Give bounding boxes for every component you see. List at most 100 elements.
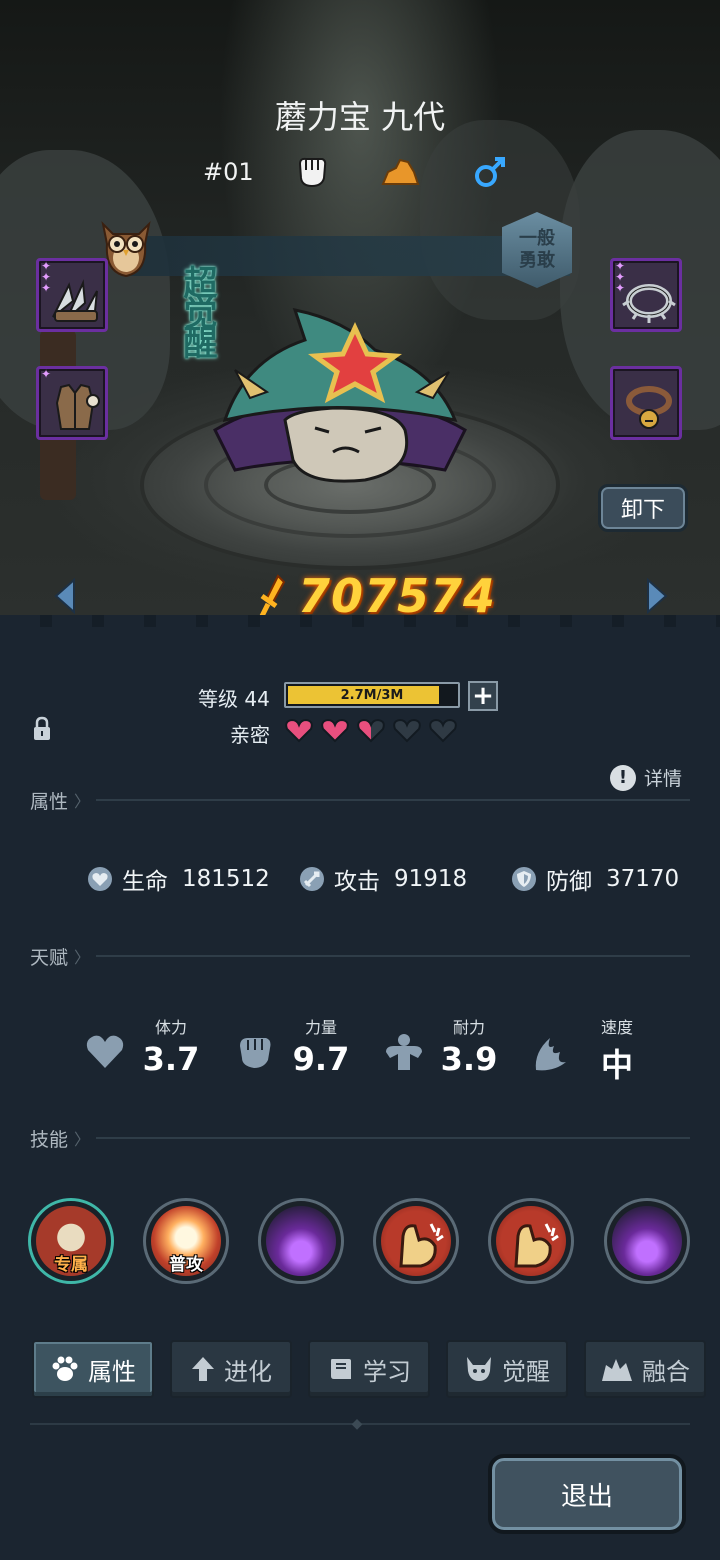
chevron-right-icon: 〉: [74, 792, 91, 811]
pet-name: 蘑力宝 九代: [274, 98, 446, 136]
equip-slot-right-1[interactable]: ✦ ✦ ✦: [610, 258, 682, 332]
skill-list: 专属 普攻: [28, 1198, 692, 1286]
next-pet-arrow-icon[interactable]: [644, 578, 670, 614]
intimacy-heart-icon: [285, 718, 313, 743]
fist-icon: [240, 1038, 271, 1068]
section-divider: [96, 1137, 690, 1139]
equip-slot-left-1[interactable]: ✦ ✦ ✦: [36, 258, 108, 332]
fist-icon: [292, 152, 332, 192]
section-title-talents: 天赋: [30, 946, 69, 969]
intimacy-heart-icon: [357, 718, 385, 743]
tab-evolve[interactable]: 进化: [170, 1340, 292, 1398]
skill-tag-exclusive: 专属: [54, 1255, 88, 1275]
exp-bar: 2.7M/3M: [284, 682, 460, 708]
background-rock-mid: [420, 120, 580, 320]
attribute-attack-label: 攻击: [334, 869, 380, 895]
section-divider: [96, 955, 690, 957]
talent-speed-value: 中: [600, 1046, 633, 1084]
section-talents: 天赋 〉: [30, 943, 690, 969]
talent-speed-label: 速度: [600, 1018, 633, 1037]
talent-stamina: 体力 3.7: [84, 1014, 214, 1084]
skill-exclusive[interactable]: 专属: [28, 1198, 114, 1284]
tab-fusion[interactable]: 融合: [584, 1340, 706, 1398]
dark-spikes-icon: [612, 1206, 682, 1276]
level-label: 等级 44: [198, 687, 270, 711]
section-attributes: 属性 〉: [30, 787, 690, 813]
tab-attributes[interactable]: 属性: [32, 1340, 154, 1398]
talent-strength-label: 力量: [304, 1018, 337, 1037]
personality-line-1: 一般: [519, 228, 555, 249]
tab-attributes-label: 属性: [88, 1357, 136, 1386]
lock-icon[interactable]: [32, 716, 52, 742]
demon-icon: [467, 1357, 491, 1381]
chevron-right-icon: 〉: [74, 948, 91, 967]
paw-icon: [52, 1356, 78, 1381]
attribute-attack-value: 91918: [394, 866, 468, 892]
fusion-icon: [602, 1359, 632, 1381]
sword-icon: [300, 867, 324, 891]
skill-dark-spikes[interactable]: [258, 1198, 344, 1284]
unequip-button[interactable]: 卸下: [598, 484, 688, 532]
tab-learn[interactable]: 学习: [308, 1340, 430, 1398]
claw-blade-icon: [52, 279, 98, 322]
spiked-ring-icon: [622, 284, 676, 323]
talent-strength: 力量 9.7: [234, 1014, 364, 1084]
shield-icon: [512, 867, 536, 891]
bell-collar-icon: [626, 386, 672, 429]
heart-icon: [86, 1035, 124, 1068]
attribute-hp-label: 生命: [122, 869, 168, 895]
book-icon: [331, 1359, 351, 1379]
equip-slot-right-2[interactable]: [610, 366, 682, 440]
tab-awaken-label: 觉醒: [502, 1357, 550, 1386]
previous-pet-arrow-icon[interactable]: [52, 578, 78, 614]
wing-icon: [535, 1038, 566, 1071]
attribute-defense-label: 防御: [546, 869, 592, 895]
skill-arm-strike[interactable]: [373, 1198, 459, 1284]
up-arrow-icon: [192, 1357, 214, 1381]
attribute-hp-value: 181512: [182, 866, 270, 892]
talent-stamina-label: 体力: [154, 1018, 187, 1037]
add-exp-button[interactable]: +: [468, 681, 498, 711]
exit-button[interactable]: 退出: [488, 1454, 686, 1534]
pet-scene: 蘑力宝 九代 #01 一般 勇敢 超觉醒 ✦ ✦ ✦ ✦ ✦ ✦ ✦ 卸下 70…: [0, 0, 720, 625]
leather-vest-icon: [55, 383, 100, 430]
skill-normal-attack[interactable]: 普攻: [143, 1198, 229, 1284]
rock-icon: [380, 152, 420, 192]
talent-endurance-value: 3.9: [440, 1040, 498, 1078]
tab-awaken[interactable]: 觉醒: [446, 1340, 568, 1398]
heart-shield-icon: [88, 867, 112, 891]
chevron-right-icon: 〉: [74, 1130, 91, 1149]
attribute-hp: 生命 181512: [86, 862, 270, 896]
intimacy-heart-icon: [429, 718, 457, 743]
talent-endurance-label: 耐力: [452, 1018, 485, 1037]
section-title-skills: 技能: [30, 1128, 69, 1151]
section-divider: [96, 799, 690, 801]
section-title-attributes: 属性: [30, 790, 69, 813]
intimacy-hearts: [284, 717, 458, 743]
pet-number: #01: [203, 158, 254, 186]
power-sword-icon: [259, 574, 286, 618]
tab-evolve-label: 进化: [224, 1357, 272, 1386]
flex-arm-icon: [381, 1206, 451, 1276]
talent-stamina-value: 3.7: [142, 1040, 200, 1078]
talent-strength-value: 9.7: [292, 1040, 350, 1078]
personality-line-2: 勇敢: [519, 250, 555, 271]
male-icon: [470, 152, 510, 192]
attribute-defense-value: 37170: [606, 866, 680, 892]
skill-dark-spikes[interactable]: [604, 1198, 690, 1284]
skill-tag-normal: 普攻: [169, 1255, 203, 1275]
equip-slot-left-2[interactable]: ✦: [36, 366, 108, 440]
section-skills: 技能 〉: [30, 1125, 690, 1151]
attribute-attack: 攻击 91918: [298, 862, 467, 896]
intimacy-heart-icon: [321, 718, 349, 743]
pet-mushroom-wizard: [213, 308, 467, 483]
divider-ornament-icon: ◆: [351, 1416, 363, 1432]
talent-speed: 速度 中: [530, 1014, 660, 1084]
tab-fusion-label: 融合: [642, 1357, 690, 1386]
personality-badge: 一般 勇敢: [502, 212, 572, 288]
skill-arm-strike[interactable]: [488, 1198, 574, 1284]
talent-endurance: 耐力 3.9: [382, 1014, 512, 1084]
tab-bar: 属性 进化 学习 觉醒 融合: [0, 1338, 720, 1408]
intimacy-heart-icon: [393, 718, 421, 743]
flex-arm-icon: [496, 1206, 566, 1276]
